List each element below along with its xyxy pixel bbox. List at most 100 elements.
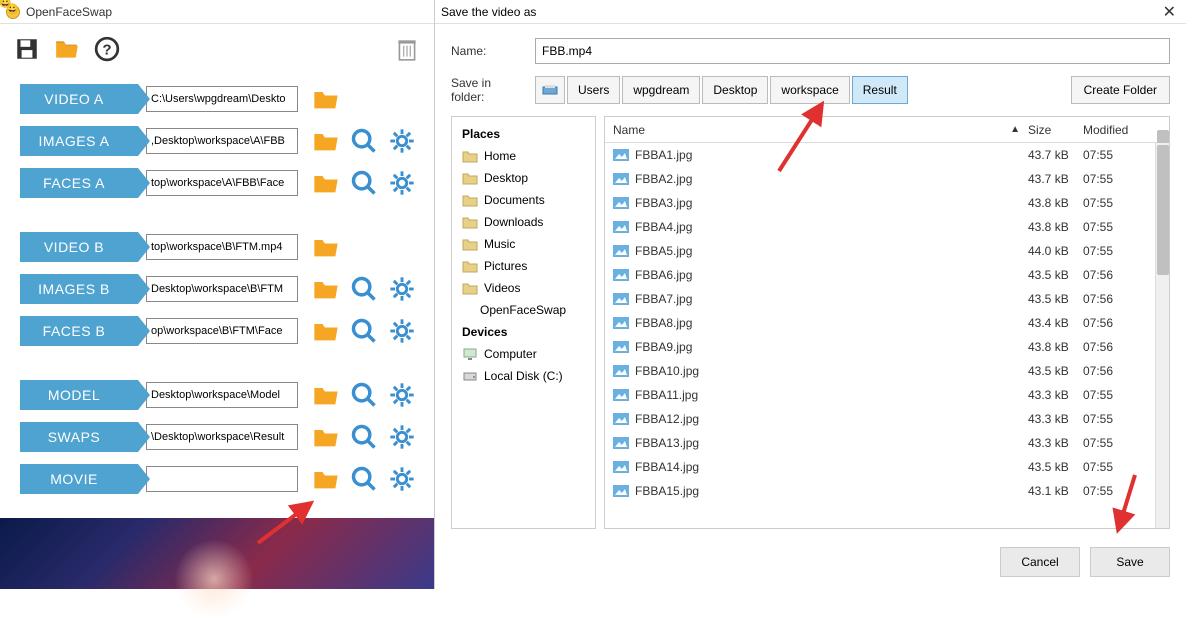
folder-icon[interactable] [312, 169, 340, 197]
sidebar-device[interactable]: Computer [452, 343, 595, 365]
dialog-title-bar: Save the video as ✕ [435, 0, 1186, 24]
search-icon[interactable] [350, 275, 378, 303]
column-name[interactable]: Name▲ [605, 123, 1028, 137]
file-row[interactable]: FBBA12.jpg43.3 kB07:55 [605, 407, 1155, 431]
file-row[interactable]: FBBA1.jpg43.7 kB07:55 [605, 143, 1155, 167]
search-icon[interactable] [350, 423, 378, 451]
file-row[interactable]: FBBA9.jpg43.8 kB07:56 [605, 335, 1155, 359]
scrollbar-body[interactable] [1155, 143, 1169, 528]
folder-icon[interactable] [312, 381, 340, 409]
breadcrumb: UserswpgdreamDesktopworkspaceResult [535, 76, 908, 104]
file-row[interactable]: FBBA11.jpg43.3 kB07:55 [605, 383, 1155, 407]
filename-input[interactable] [535, 38, 1170, 64]
search-icon[interactable] [350, 465, 378, 493]
search-icon[interactable] [350, 127, 378, 155]
folder-icon[interactable] [312, 85, 340, 113]
folder-label: Save in folder: [451, 76, 523, 104]
gear-icon[interactable] [388, 465, 416, 493]
sidebar-item[interactable]: Home [452, 145, 595, 167]
places-header: Places [452, 123, 595, 145]
save-icon[interactable] [14, 36, 40, 62]
sidebar-item[interactable]: Pictures [452, 255, 595, 277]
svg-text:?: ? [102, 41, 111, 58]
sidebar-item[interactable]: Desktop [452, 167, 595, 189]
file-row[interactable]: FBBA2.jpg43.7 kB07:55 [605, 167, 1155, 191]
gear-icon[interactable] [388, 169, 416, 197]
gear-icon[interactable] [388, 381, 416, 409]
sidebar-item[interactable]: Documents [452, 189, 595, 211]
path-input[interactable] [146, 234, 298, 260]
row-label: MODEL [20, 380, 138, 410]
row-label: FACES A [20, 168, 138, 198]
save-dialog: Save the video as ✕ Name: Save in folder… [435, 0, 1186, 589]
breadcrumb-item[interactable]: wpgdream [622, 76, 700, 104]
row-label: IMAGES B [20, 274, 138, 304]
folder-icon[interactable] [312, 423, 340, 451]
folder-icon[interactable] [312, 465, 340, 493]
config-row: VIDEO A [20, 80, 424, 118]
help-icon[interactable]: ? [94, 36, 120, 62]
gear-icon[interactable] [388, 275, 416, 303]
sidebar-device[interactable]: Local Disk (C:) [452, 365, 595, 387]
places-sidebar: Places HomeDesktopDocumentsDownloadsMusi… [451, 116, 596, 529]
save-button[interactable]: Save [1090, 547, 1170, 577]
file-row[interactable]: FBBA8.jpg43.4 kB07:56 [605, 311, 1155, 335]
row-label: VIDEO B [20, 232, 138, 262]
file-row[interactable]: FBBA4.jpg43.8 kB07:55 [605, 215, 1155, 239]
file-row[interactable]: FBBA10.jpg43.5 kB07:56 [605, 359, 1155, 383]
path-input[interactable] [146, 170, 298, 196]
toolbar: ? [0, 24, 434, 74]
sidebar-openfaceswap[interactable]: OpenFaceSwap [452, 299, 595, 321]
path-input[interactable] [146, 86, 298, 112]
column-size[interactable]: Size [1028, 123, 1083, 137]
config-row: MOVIE [20, 460, 424, 498]
column-modified[interactable]: Modified [1083, 123, 1155, 137]
config-row: IMAGES A [20, 122, 424, 160]
breadcrumb-item[interactable]: workspace [770, 76, 849, 104]
breadcrumb-item[interactable]: Users [567, 76, 620, 104]
folder-icon[interactable] [312, 275, 340, 303]
path-input[interactable] [146, 382, 298, 408]
config-row: VIDEO B [20, 228, 424, 266]
create-folder-button[interactable]: Create Folder [1071, 76, 1170, 104]
breadcrumb-item[interactable]: Desktop [702, 76, 768, 104]
path-input[interactable] [146, 318, 298, 344]
file-row[interactable]: FBBA15.jpg43.1 kB07:55 [605, 479, 1155, 503]
close-icon[interactable]: ✕ [1159, 2, 1180, 22]
trash-icon[interactable] [394, 36, 420, 62]
search-icon[interactable] [350, 169, 378, 197]
row-label: MOVIE [20, 464, 138, 494]
file-row[interactable]: FBBA6.jpg43.5 kB07:56 [605, 263, 1155, 287]
file-list: Name▲ Size Modified FBBA1.jpg43.7 kB07:5… [604, 116, 1170, 529]
file-row[interactable]: FBBA3.jpg43.8 kB07:55 [605, 191, 1155, 215]
folder-icon[interactable] [312, 233, 340, 261]
file-row[interactable]: FBBA14.jpg43.5 kB07:55 [605, 455, 1155, 479]
breadcrumb-item[interactable]: Result [852, 76, 908, 104]
open-folder-icon[interactable] [54, 36, 80, 62]
sidebar-item[interactable]: Music [452, 233, 595, 255]
folder-icon[interactable] [312, 127, 340, 155]
file-row[interactable]: FBBA7.jpg43.5 kB07:56 [605, 287, 1155, 311]
config-row: FACES B [20, 312, 424, 350]
path-input[interactable] [146, 276, 298, 302]
gear-icon[interactable] [388, 423, 416, 451]
row-label: VIDEO A [20, 84, 138, 114]
breadcrumb-drive[interactable] [535, 76, 565, 104]
search-icon[interactable] [350, 381, 378, 409]
folder-icon[interactable] [312, 317, 340, 345]
config-row: SWAPS [20, 418, 424, 456]
preview-image [0, 518, 434, 589]
file-row[interactable]: FBBA13.jpg43.3 kB07:55 [605, 431, 1155, 455]
config-row: MODEL [20, 376, 424, 414]
sidebar-item[interactable]: Videos [452, 277, 595, 299]
title-bar: OpenFaceSwap [0, 0, 434, 24]
path-input[interactable] [146, 128, 298, 154]
path-input[interactable] [146, 424, 298, 450]
sidebar-item[interactable]: Downloads [452, 211, 595, 233]
gear-icon[interactable] [388, 317, 416, 345]
file-row[interactable]: FBBA5.jpg44.0 kB07:55 [605, 239, 1155, 263]
gear-icon[interactable] [388, 127, 416, 155]
cancel-button[interactable]: Cancel [1000, 547, 1080, 577]
search-icon[interactable] [350, 317, 378, 345]
path-input[interactable] [146, 466, 298, 492]
